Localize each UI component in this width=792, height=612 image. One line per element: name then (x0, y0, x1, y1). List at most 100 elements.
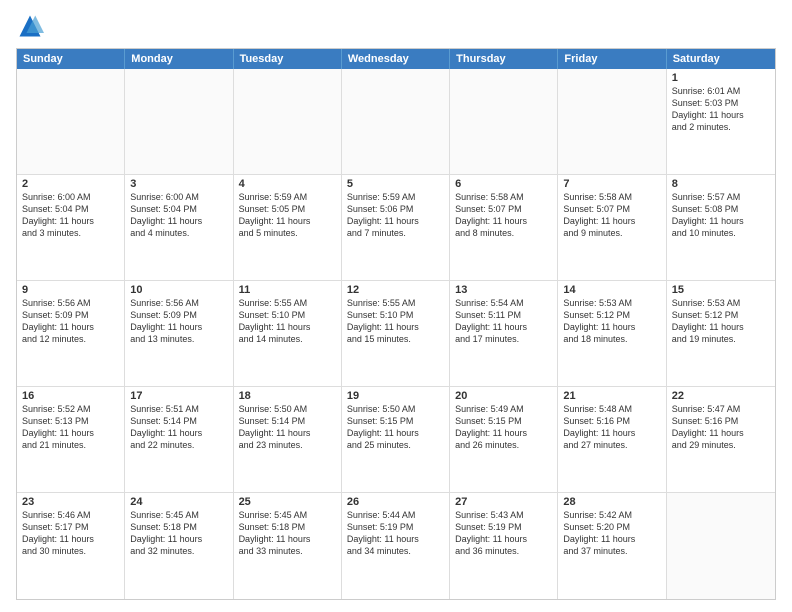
day-number: 16 (22, 390, 119, 402)
calendar-row-2: 2Sunrise: 6:00 AM Sunset: 5:04 PM Daylig… (17, 175, 775, 281)
calendar-cell: 6Sunrise: 5:58 AM Sunset: 5:07 PM Daylig… (450, 175, 558, 280)
calendar-cell: 12Sunrise: 5:55 AM Sunset: 5:10 PM Dayli… (342, 281, 450, 386)
day-number: 15 (672, 284, 770, 296)
day-number: 24 (130, 496, 227, 508)
header-day-sunday: Sunday (17, 49, 125, 69)
day-info: Sunrise: 5:58 AM Sunset: 5:07 PM Dayligh… (455, 191, 552, 240)
day-info: Sunrise: 5:45 AM Sunset: 5:18 PM Dayligh… (130, 509, 227, 558)
header-day-thursday: Thursday (450, 49, 558, 69)
calendar-cell: 21Sunrise: 5:48 AM Sunset: 5:16 PM Dayli… (558, 387, 666, 492)
day-number: 2 (22, 178, 119, 190)
calendar-body: 1Sunrise: 6:01 AM Sunset: 5:03 PM Daylig… (17, 69, 775, 599)
calendar-cell (450, 69, 558, 174)
day-number: 26 (347, 496, 444, 508)
day-number: 17 (130, 390, 227, 402)
day-number: 8 (672, 178, 770, 190)
day-info: Sunrise: 5:45 AM Sunset: 5:18 PM Dayligh… (239, 509, 336, 558)
day-info: Sunrise: 5:47 AM Sunset: 5:16 PM Dayligh… (672, 403, 770, 452)
calendar-cell: 9Sunrise: 5:56 AM Sunset: 5:09 PM Daylig… (17, 281, 125, 386)
header-day-friday: Friday (558, 49, 666, 69)
calendar-cell: 23Sunrise: 5:46 AM Sunset: 5:17 PM Dayli… (17, 493, 125, 599)
day-info: Sunrise: 5:56 AM Sunset: 5:09 PM Dayligh… (130, 297, 227, 346)
day-info: Sunrise: 5:58 AM Sunset: 5:07 PM Dayligh… (563, 191, 660, 240)
day-number: 25 (239, 496, 336, 508)
day-number: 14 (563, 284, 660, 296)
calendar-cell: 15Sunrise: 5:53 AM Sunset: 5:12 PM Dayli… (667, 281, 775, 386)
day-info: Sunrise: 5:44 AM Sunset: 5:19 PM Dayligh… (347, 509, 444, 558)
calendar-cell (558, 69, 666, 174)
calendar-row-3: 9Sunrise: 5:56 AM Sunset: 5:09 PM Daylig… (17, 281, 775, 387)
calendar: SundayMondayTuesdayWednesdayThursdayFrid… (16, 48, 776, 600)
page: SundayMondayTuesdayWednesdayThursdayFrid… (0, 0, 792, 612)
day-number: 7 (563, 178, 660, 190)
day-number: 9 (22, 284, 119, 296)
day-info: Sunrise: 5:55 AM Sunset: 5:10 PM Dayligh… (239, 297, 336, 346)
calendar-row-1: 1Sunrise: 6:01 AM Sunset: 5:03 PM Daylig… (17, 69, 775, 175)
calendar-cell (125, 69, 233, 174)
day-number: 22 (672, 390, 770, 402)
day-number: 1 (672, 72, 770, 84)
day-info: Sunrise: 5:54 AM Sunset: 5:11 PM Dayligh… (455, 297, 552, 346)
calendar-cell: 8Sunrise: 5:57 AM Sunset: 5:08 PM Daylig… (667, 175, 775, 280)
calendar-cell: 27Sunrise: 5:43 AM Sunset: 5:19 PM Dayli… (450, 493, 558, 599)
header-day-monday: Monday (125, 49, 233, 69)
day-info: Sunrise: 6:00 AM Sunset: 5:04 PM Dayligh… (22, 191, 119, 240)
day-info: Sunrise: 5:55 AM Sunset: 5:10 PM Dayligh… (347, 297, 444, 346)
day-info: Sunrise: 5:46 AM Sunset: 5:17 PM Dayligh… (22, 509, 119, 558)
day-number: 19 (347, 390, 444, 402)
day-info: Sunrise: 5:59 AM Sunset: 5:05 PM Dayligh… (239, 191, 336, 240)
calendar-cell: 13Sunrise: 5:54 AM Sunset: 5:11 PM Dayli… (450, 281, 558, 386)
calendar-cell: 26Sunrise: 5:44 AM Sunset: 5:19 PM Dayli… (342, 493, 450, 599)
header-day-tuesday: Tuesday (234, 49, 342, 69)
calendar-row-5: 23Sunrise: 5:46 AM Sunset: 5:17 PM Dayli… (17, 493, 775, 599)
day-info: Sunrise: 6:01 AM Sunset: 5:03 PM Dayligh… (672, 85, 770, 134)
day-number: 3 (130, 178, 227, 190)
day-info: Sunrise: 5:57 AM Sunset: 5:08 PM Dayligh… (672, 191, 770, 240)
calendar-cell: 1Sunrise: 6:01 AM Sunset: 5:03 PM Daylig… (667, 69, 775, 174)
calendar-cell: 20Sunrise: 5:49 AM Sunset: 5:15 PM Dayli… (450, 387, 558, 492)
day-number: 11 (239, 284, 336, 296)
calendar-cell: 18Sunrise: 5:50 AM Sunset: 5:14 PM Dayli… (234, 387, 342, 492)
day-info: Sunrise: 5:53 AM Sunset: 5:12 PM Dayligh… (672, 297, 770, 346)
day-info: Sunrise: 5:42 AM Sunset: 5:20 PM Dayligh… (563, 509, 660, 558)
day-info: Sunrise: 5:56 AM Sunset: 5:09 PM Dayligh… (22, 297, 119, 346)
day-number: 27 (455, 496, 552, 508)
calendar-cell: 19Sunrise: 5:50 AM Sunset: 5:15 PM Dayli… (342, 387, 450, 492)
day-info: Sunrise: 5:50 AM Sunset: 5:15 PM Dayligh… (347, 403, 444, 452)
day-number: 5 (347, 178, 444, 190)
calendar-header: SundayMondayTuesdayWednesdayThursdayFrid… (17, 49, 775, 69)
logo-icon (16, 12, 44, 40)
calendar-cell: 25Sunrise: 5:45 AM Sunset: 5:18 PM Dayli… (234, 493, 342, 599)
calendar-cell: 28Sunrise: 5:42 AM Sunset: 5:20 PM Dayli… (558, 493, 666, 599)
logo (16, 12, 48, 40)
calendar-cell: 11Sunrise: 5:55 AM Sunset: 5:10 PM Dayli… (234, 281, 342, 386)
calendar-cell (667, 493, 775, 599)
calendar-cell (342, 69, 450, 174)
calendar-cell: 2Sunrise: 6:00 AM Sunset: 5:04 PM Daylig… (17, 175, 125, 280)
header (16, 12, 776, 40)
header-day-saturday: Saturday (667, 49, 775, 69)
day-number: 13 (455, 284, 552, 296)
day-info: Sunrise: 5:43 AM Sunset: 5:19 PM Dayligh… (455, 509, 552, 558)
day-number: 18 (239, 390, 336, 402)
calendar-cell: 22Sunrise: 5:47 AM Sunset: 5:16 PM Dayli… (667, 387, 775, 492)
day-info: Sunrise: 5:50 AM Sunset: 5:14 PM Dayligh… (239, 403, 336, 452)
calendar-cell: 14Sunrise: 5:53 AM Sunset: 5:12 PM Dayli… (558, 281, 666, 386)
day-info: Sunrise: 5:52 AM Sunset: 5:13 PM Dayligh… (22, 403, 119, 452)
day-number: 23 (22, 496, 119, 508)
day-info: Sunrise: 5:48 AM Sunset: 5:16 PM Dayligh… (563, 403, 660, 452)
day-number: 6 (455, 178, 552, 190)
day-info: Sunrise: 5:53 AM Sunset: 5:12 PM Dayligh… (563, 297, 660, 346)
calendar-cell: 24Sunrise: 5:45 AM Sunset: 5:18 PM Dayli… (125, 493, 233, 599)
calendar-cell (234, 69, 342, 174)
day-info: Sunrise: 5:59 AM Sunset: 5:06 PM Dayligh… (347, 191, 444, 240)
calendar-cell: 7Sunrise: 5:58 AM Sunset: 5:07 PM Daylig… (558, 175, 666, 280)
calendar-row-4: 16Sunrise: 5:52 AM Sunset: 5:13 PM Dayli… (17, 387, 775, 493)
day-info: Sunrise: 6:00 AM Sunset: 5:04 PM Dayligh… (130, 191, 227, 240)
calendar-cell: 3Sunrise: 6:00 AM Sunset: 5:04 PM Daylig… (125, 175, 233, 280)
day-number: 28 (563, 496, 660, 508)
day-number: 21 (563, 390, 660, 402)
calendar-cell (17, 69, 125, 174)
calendar-cell: 16Sunrise: 5:52 AM Sunset: 5:13 PM Dayli… (17, 387, 125, 492)
header-day-wednesday: Wednesday (342, 49, 450, 69)
